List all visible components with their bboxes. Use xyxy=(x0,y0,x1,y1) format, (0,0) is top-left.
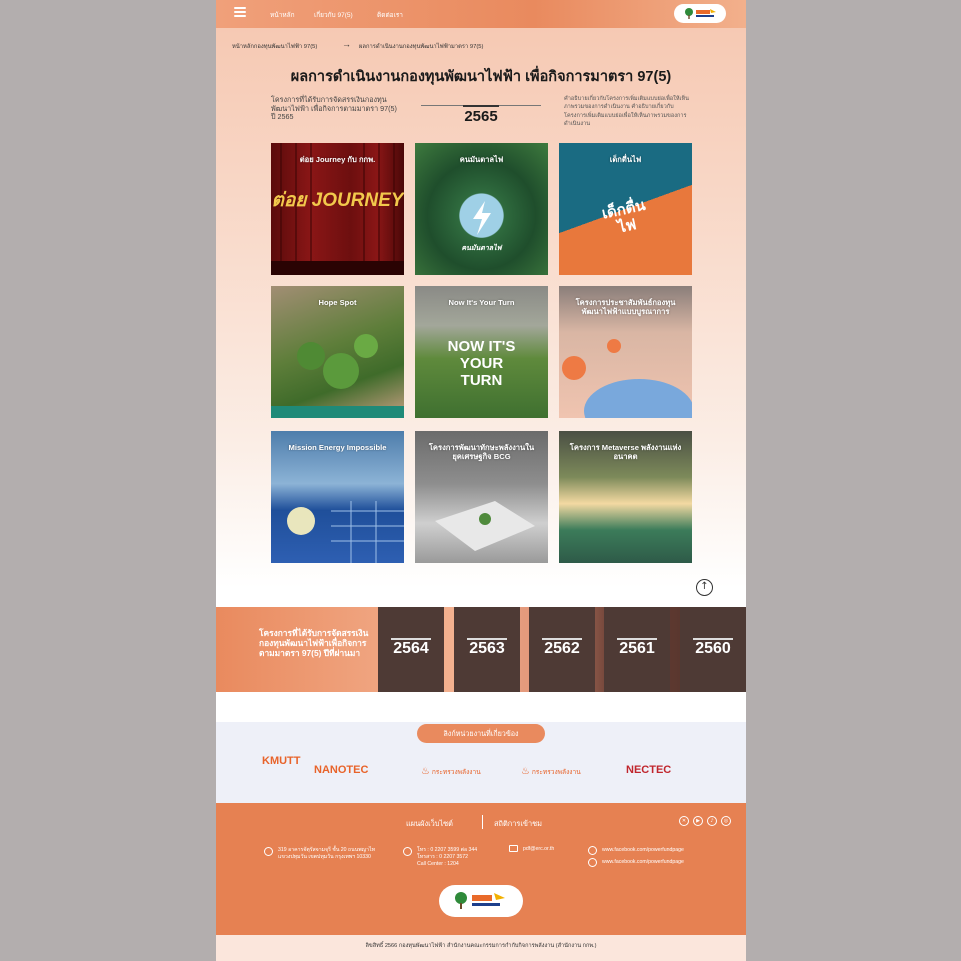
year-card-2562[interactable]: 2562 xyxy=(529,607,595,692)
intro-right-text: คำอธิบายเกี่ยวกับโครงการเพิ่มเติมแบบย่อเ… xyxy=(564,96,689,128)
project-card[interactable]: เด็กตื่นไฟ เด็กตื่นไฟ xyxy=(559,143,692,275)
facebook-link-2[interactable]: www.facebook.com/powerfundpage xyxy=(602,859,684,866)
agency-logo-nanotec[interactable]: NANOTEC xyxy=(314,764,368,776)
breadcrumb-home[interactable]: หน้าหลักกองทุนพัฒนาไฟฟ้า 97(5) xyxy=(232,41,317,51)
agency-name: กระทรวงพลังงาน xyxy=(431,769,481,776)
facebook-link[interactable]: www.facebook.com/powerfundpage xyxy=(602,847,684,854)
sitemap-link[interactable]: แผนผังเว็บไซต์ xyxy=(406,818,453,830)
agency-name: กระทรวงพลังงาน xyxy=(531,769,581,776)
project-title: โครงการ Metaverse พลังงานแห่งอนาคต xyxy=(569,443,682,461)
arrow-right-icon: → xyxy=(342,39,351,49)
page: หน้าหลัก เกี่ยวกับ 97(5) ติดต่อเรา หน้าห… xyxy=(216,0,746,961)
project-title: โครงการประชาสัมพันธ์กองทุนพัฒนาไฟฟ้าแบบบ… xyxy=(575,298,676,316)
project-art-text: เด็กตื่นไฟ xyxy=(600,196,647,237)
year-label: 2562 xyxy=(544,640,580,657)
page-title: ผลการดำเนินงานกองทุนพัฒนาไฟฟ้า เพื่อกิจก… xyxy=(290,69,672,85)
nav-home[interactable]: หน้าหลัก xyxy=(270,10,295,20)
project-title: เด็กตื่นไฟ xyxy=(609,155,642,164)
project-art-text: คนมันตาลไฟ xyxy=(461,245,502,252)
back-to-top-button[interactable]: ↑ xyxy=(696,579,713,596)
fax-text: โทรสาร : 0 2207 3572 xyxy=(417,854,469,860)
footer-logo xyxy=(439,885,523,917)
year-label: 2564 xyxy=(393,640,429,657)
agency-logo-kmutt[interactable]: KMUTT xyxy=(262,756,301,767)
facebook-icon xyxy=(588,846,597,855)
agency-logo-energy-2[interactable]: ♨ กระทรวงพลังงาน xyxy=(521,766,581,777)
project-title: Now It's Your Turn xyxy=(448,298,515,307)
project-card[interactable]: Now It's Your Turn NOW IT'S YOUR TURN xyxy=(415,286,548,418)
project-card[interactable]: คนมันตาลไฟ คนมันตาลไฟ xyxy=(415,143,548,275)
callcenter-text: Call Center : 1204 xyxy=(417,861,459,867)
footer: แผนผังเว็บไซต์ สถิติการเข้าชม ✕ ▶ ♪ ◎ 31… xyxy=(216,803,746,935)
stats-link[interactable]: สถิติการเข้าชม xyxy=(494,818,542,830)
related-agencies-button[interactable]: ลิงก์หน่วยงานที่เกี่ยวข้อง xyxy=(417,724,545,743)
project-title: Mission Energy Impossible xyxy=(288,443,387,452)
project-title: ต่อย Journey กับ กกพ. xyxy=(299,155,376,164)
divider xyxy=(482,815,483,829)
phone-text: โทร : 0 2207 3599 ต่อ 344 xyxy=(417,847,478,853)
tiktok-icon[interactable]: ♪ xyxy=(707,816,717,826)
location-icon xyxy=(264,847,273,856)
site-logo[interactable] xyxy=(674,4,726,23)
year-card-2561[interactable]: 2561 xyxy=(604,607,670,692)
mail-icon xyxy=(509,845,518,852)
arrow-up-icon: ↑ xyxy=(700,581,709,592)
flame-icon: ♨ xyxy=(421,766,430,777)
top-navbar: หน้าหลัก เกี่ยวกับ 97(5) ติดต่อเรา xyxy=(216,0,746,28)
address-text: 319 อาคารจัตุรัสจามจุรี ชั้น 20 ถนนพญาไท… xyxy=(278,847,376,860)
project-title: Hope Spot xyxy=(318,298,357,307)
hamburger-menu-icon[interactable] xyxy=(234,7,246,17)
breadcrumb-current: ผลการดำเนินงานกองทุนพัฒนาไฟฟ้ามาตรา 97(5… xyxy=(359,44,484,50)
project-card[interactable]: โครงการ Metaverse พลังงานแห่งอนาคต xyxy=(559,431,692,563)
divider-accent xyxy=(463,105,499,107)
main-content: หน้าหลักกองทุนพัฒนาไฟฟ้า 97(5) → ผลการดำ… xyxy=(216,28,746,588)
past-years-label: โครงการที่ได้รับการจัดสรรเงินกองทุนพัฒนา… xyxy=(259,628,369,658)
year-card-2564[interactable]: 2564 xyxy=(378,607,444,692)
email-link[interactable]: pdf@erc.or.th xyxy=(523,846,554,853)
project-title: โครงการพัฒนาทักษะพลังงานในยุคเศรษฐกิจ BC… xyxy=(428,443,535,461)
facebook-icon xyxy=(588,858,597,867)
agency-logo-energy-1[interactable]: ♨ กระทรวงพลังงาน xyxy=(421,766,481,777)
project-title: คนมันตาลไฟ xyxy=(459,155,504,164)
project-art-text: NOW IT'S YOUR TURN xyxy=(447,338,516,389)
project-art-text: ต่อย JOURNEY xyxy=(271,190,404,211)
current-year: 2565 xyxy=(464,108,498,125)
flame-icon: ♨ xyxy=(521,766,530,777)
related-agencies: ลิงก์หน่วยงานที่เกี่ยวข้อง KMUTT NANOTEC… xyxy=(216,722,746,803)
youtube-icon[interactable]: ▶ xyxy=(693,816,703,826)
agency-logo-nectec[interactable]: NECTEC xyxy=(626,764,671,776)
nav-contact[interactable]: ติดต่อเรา xyxy=(377,10,403,20)
project-card[interactable]: โครงการประชาสัมพันธ์กองทุนพัฒนาไฟฟ้าแบบบ… xyxy=(559,286,692,418)
past-years-band: โครงการที่ได้รับการจัดสรรเงินกองทุนพัฒนา… xyxy=(216,607,746,692)
intro-left-text: โครงการที่ได้รับการจัดสรรเงินกองทุนพัฒนา… xyxy=(271,95,397,122)
instagram-icon[interactable]: ◎ xyxy=(721,816,731,826)
project-card[interactable]: Hope Spot xyxy=(271,286,404,418)
year-label: 2560 xyxy=(695,640,731,657)
copyright: ลิขสิทธิ์ 2566 กองทุนพัฒนาไฟฟ้า สำนักงาน… xyxy=(216,935,746,961)
project-card[interactable]: โครงการพัฒนาทักษะพลังงานในยุคเศรษฐกิจ BC… xyxy=(415,431,548,563)
year-label: 2563 xyxy=(469,640,505,657)
year-card-2560[interactable]: 2560 xyxy=(680,607,746,692)
x-icon[interactable]: ✕ xyxy=(679,816,689,826)
year-card-2563[interactable]: 2563 xyxy=(454,607,520,692)
project-card[interactable]: ต่อย Journey กับ กกพ. ต่อย JOURNEY xyxy=(271,143,404,275)
phone-icon xyxy=(403,847,412,856)
nav-about[interactable]: เกี่ยวกับ 97(5) xyxy=(314,10,353,20)
project-card[interactable]: Mission Energy Impossible xyxy=(271,431,404,563)
year-label: 2561 xyxy=(619,640,655,657)
